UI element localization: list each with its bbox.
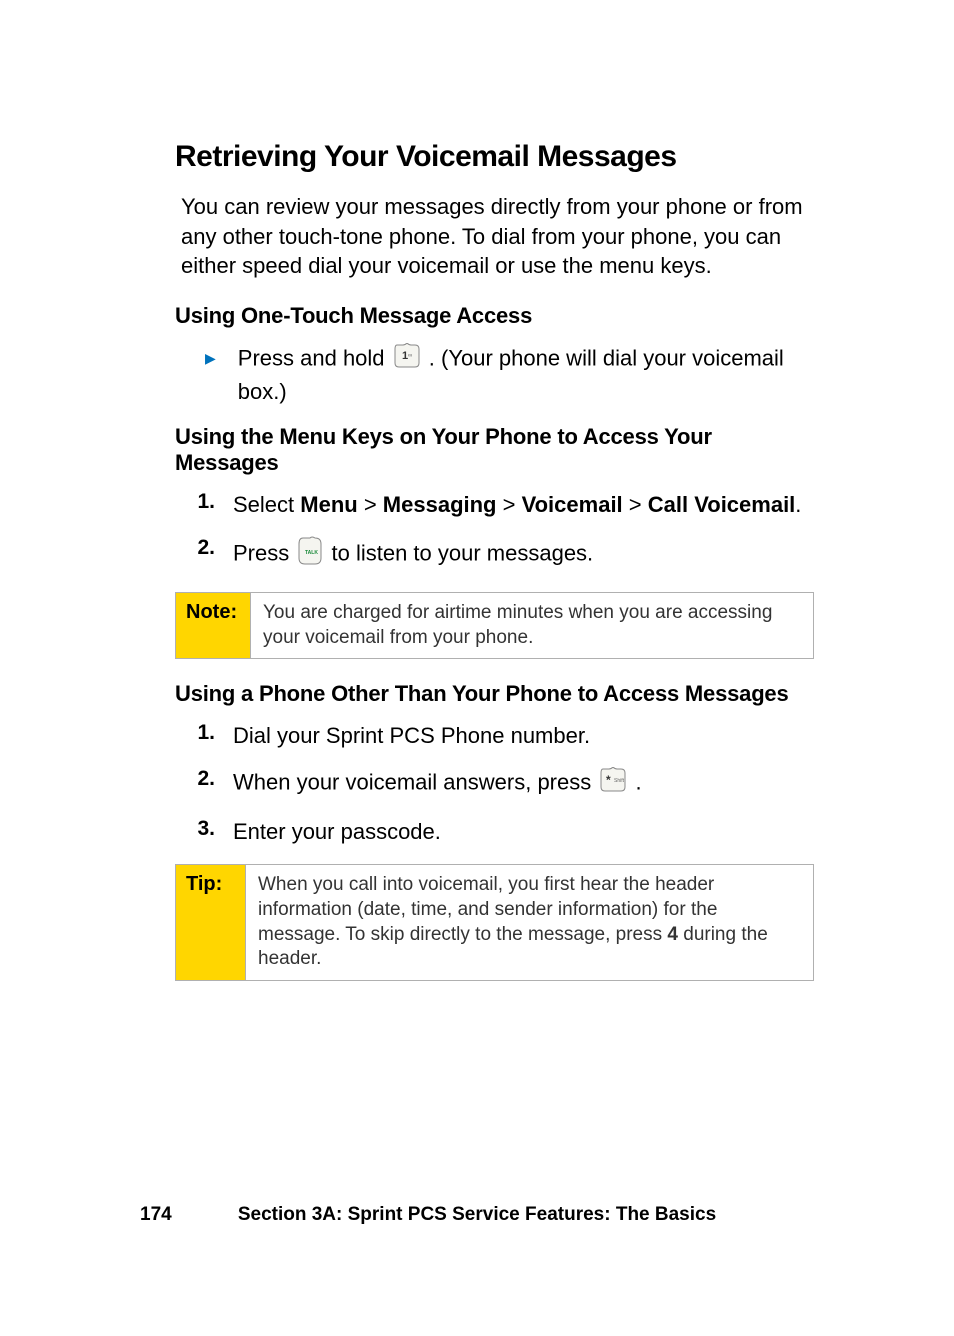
step-number: 1.: [195, 721, 215, 745]
voicemail-label: Voicemail: [522, 492, 623, 517]
bullet-arrow-icon: ▶: [205, 350, 216, 367]
page-title: Retrieving Your Voicemail Messages: [175, 140, 814, 174]
svg-text:∞: ∞: [408, 353, 412, 359]
tip-pre: When you call into voicemail, you first …: [258, 874, 717, 944]
step-item: 2. When your voicemail answers, press * …: [195, 767, 814, 801]
messaging-label: Messaging: [383, 492, 497, 517]
step-text: Select Menu > Messaging > Voicemail > Ca…: [233, 490, 801, 520]
page-content: Retrieving Your Voicemail Messages You c…: [0, 0, 954, 981]
step2-pre: Press: [233, 541, 295, 566]
subheading-other-phone: Using a Phone Other Than Your Phone to A…: [175, 681, 814, 707]
bullet-pre: Press and hold: [238, 346, 391, 371]
step-number: 3.: [195, 817, 215, 841]
key-1-icon: 1 ∞: [393, 343, 421, 377]
note-label: Note:: [176, 593, 251, 658]
sep1: >: [358, 492, 383, 517]
tip-bold: 4: [667, 924, 678, 945]
step-item: 1. Dial your Sprint PCS Phone number.: [195, 721, 814, 751]
step-text: Press TALK to listen to your messages.: [233, 536, 593, 574]
svg-text:TALK: TALK: [305, 550, 318, 556]
tip-label: Tip:: [176, 865, 246, 980]
page-number: 174: [140, 1204, 172, 1226]
intro-paragraph: You can review your messages directly fr…: [181, 192, 814, 281]
sep2: >: [497, 492, 522, 517]
step-text: When your voicemail answers, press * Shi…: [233, 767, 642, 801]
page-footer: 174 Section 3A: Sprint PCS Service Featu…: [0, 1204, 954, 1226]
step-text: Dial your Sprint PCS Phone number.: [233, 721, 590, 751]
step2-pre: When your voicemail answers, press: [233, 770, 597, 795]
menu-label: Menu: [300, 492, 357, 517]
step-number: 2.: [195, 536, 215, 560]
step2-post: to listen to your messages.: [331, 541, 593, 566]
steps-list-menu: 1. Select Menu > Messaging > Voicemail >…: [195, 490, 814, 573]
sep3: >: [623, 492, 648, 517]
svg-text:*: *: [606, 773, 611, 787]
step-text: Enter your passcode.: [233, 817, 441, 847]
subheading-one-touch: Using One-Touch Message Access: [175, 303, 814, 329]
tip-content: When you call into voicemail, you first …: [246, 865, 813, 980]
star-key-icon: * Shift: [599, 767, 627, 801]
bullet-item: ▶ Press and hold 1 ∞ . (Your phone will …: [205, 343, 814, 406]
tip-box: Tip: When you call into voicemail, you f…: [175, 864, 814, 981]
subheading-menu-keys: Using the Menu Keys on Your Phone to Acc…: [175, 424, 814, 476]
step-item: 2. Press TALK to listen to your messages…: [195, 536, 814, 574]
step-number: 1.: [195, 490, 215, 514]
note-content: You are charged for airtime minutes when…: [251, 593, 813, 658]
call-voicemail-label: Call Voicemail: [648, 492, 796, 517]
step2-post: .: [635, 770, 641, 795]
footer-title: Section 3A: Sprint PCS Service Features:…: [238, 1204, 716, 1225]
note-box: Note: You are charged for airtime minute…: [175, 592, 814, 659]
svg-text:Shift: Shift: [614, 778, 625, 784]
steps-list-other: 1. Dial your Sprint PCS Phone number. 2.…: [195, 721, 814, 846]
step1-end: .: [795, 492, 801, 517]
talk-key-icon: TALK: [297, 536, 323, 574]
step-number: 2.: [195, 767, 215, 791]
step-item: 1. Select Menu > Messaging > Voicemail >…: [195, 490, 814, 520]
step1-pre: Select: [233, 492, 300, 517]
step-item: 3. Enter your passcode.: [195, 817, 814, 847]
bullet-text: Press and hold 1 ∞ . (Your phone will di…: [238, 343, 814, 406]
